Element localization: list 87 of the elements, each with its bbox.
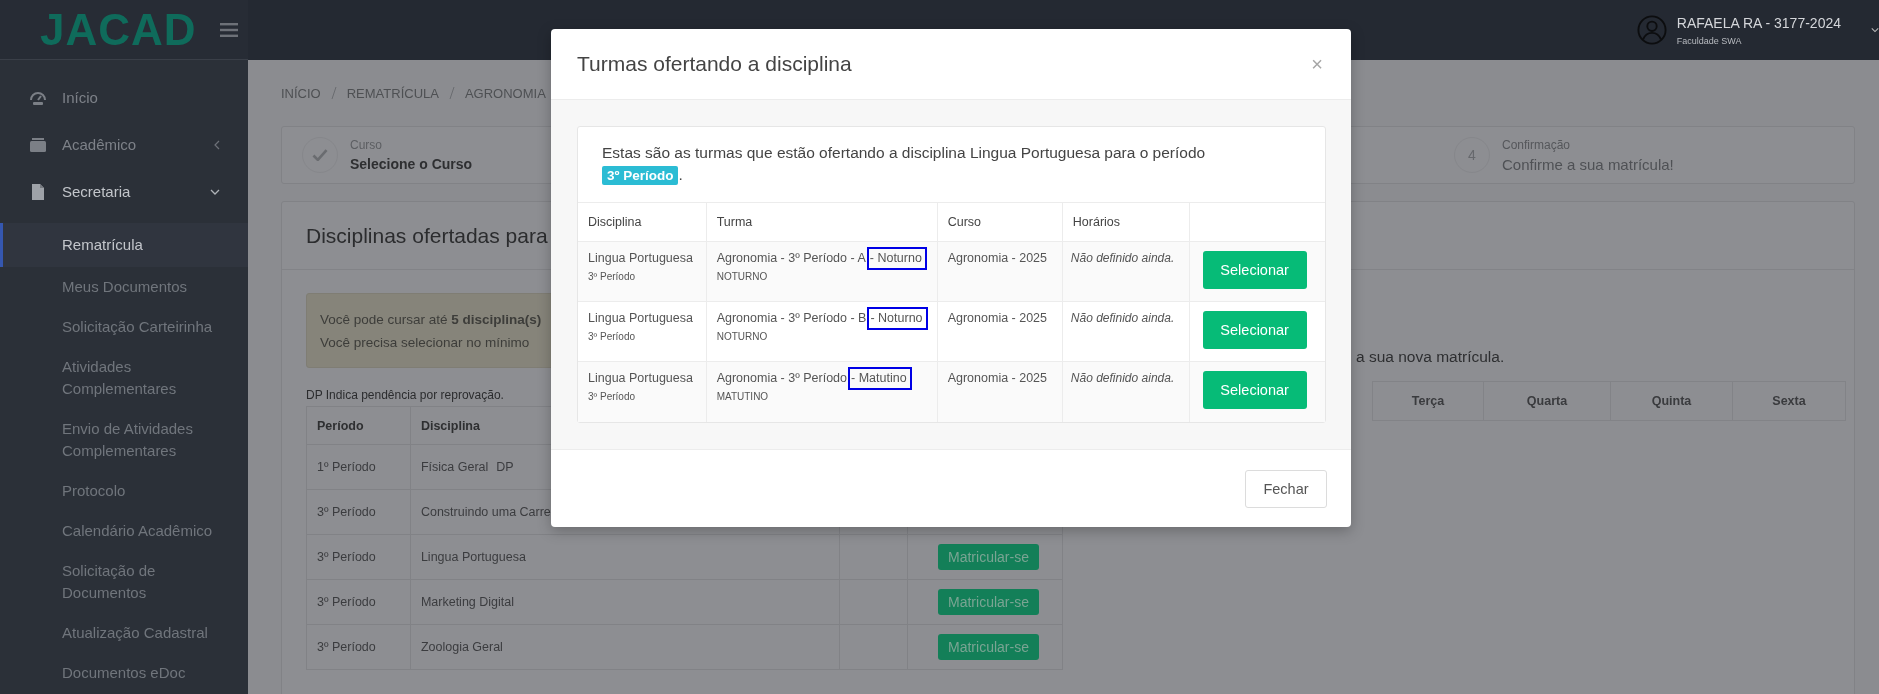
menu-label: Acadêmico — [62, 136, 138, 153]
period-badge: 3º Período — [602, 165, 679, 185]
class-name: Agronomia - 3º Período - A — [716, 251, 866, 265]
enroll-button[interactable]: Matricular-se — [938, 589, 1039, 615]
subject-name: Marketing Digital — [420, 595, 514, 609]
chevron-down-icon — [1871, 27, 1879, 33]
highlight-box: - Noturno — [866, 247, 927, 270]
subject-name: Lingua Portuguesa — [588, 251, 694, 265]
subject-period: 3º Período — [588, 391, 637, 402]
table-cell: Agronomia - 2025 — [937, 361, 1063, 422]
alert-text: Você pode cursar até 5 disciplina(s) — [320, 311, 542, 329]
submenu-item[interactable]: Rematrícula — [0, 223, 248, 267]
table-cell: 3º Período — [306, 579, 411, 625]
weekday-header: Terça — [1372, 381, 1484, 421]
intro-text: Estas são as turmas que estão ofertando a disciplina Lingua Portuguesa para o período — [601, 143, 1207, 163]
subject-period: 3º Período — [588, 271, 637, 282]
menu-label: Início — [62, 89, 99, 106]
submenu-item[interactable]: Solicitação Carteirinha — [0, 307, 248, 347]
submenu-item[interactable]: Envio de Atividades Complementares — [0, 409, 248, 471]
submenu-item[interactable]: Meus Documentos — [0, 267, 248, 307]
close-button[interactable]: Fechar — [1245, 469, 1327, 508]
table-cell: Agronomia - 2025 — [937, 241, 1063, 302]
menu-icon[interactable] — [220, 22, 238, 37]
slash-icon — [448, 86, 455, 100]
submenu-item[interactable]: Atividades Complementares — [0, 347, 248, 409]
enroll-button[interactable]: Matricular-se — [938, 634, 1039, 660]
select-button[interactable]: Selecionar — [1202, 311, 1307, 349]
subject-period: 3º Período — [588, 331, 637, 342]
schedule-hint: a sua nova matrícula. — [1356, 348, 1506, 366]
enroll-button[interactable]: Matricular-se — [938, 544, 1039, 570]
user-name[interactable]: RAFAELA RA - 3177-2024 — [1676, 14, 1841, 31]
breadcrumb-item[interactable]: REMATRÍCULA — [346, 85, 439, 101]
submenu-item[interactable]: Solicitação de Documentos — [0, 551, 248, 613]
subject-name: Zoologia Geral — [420, 640, 503, 654]
subject-name: Física Geral — [420, 460, 489, 474]
column-header: Disciplina — [578, 202, 707, 242]
table-cell: 3º Período — [306, 489, 411, 535]
weekday-header: Sexta — [1733, 381, 1846, 421]
highlight-box: - Matutino — [848, 367, 912, 390]
table-cell: 3º Período — [306, 624, 411, 670]
document-icon — [29, 182, 47, 201]
subject-name: Construindo uma Carre — [420, 505, 551, 519]
menu-label: Secretaria — [62, 183, 132, 200]
schedule-text: Não definido ainda. — [1062, 361, 1190, 422]
intro-text: . — [678, 166, 683, 184]
weekday-header: Quinta — [1611, 381, 1733, 421]
subject-name: Lingua Portuguesa — [420, 550, 526, 564]
column-header: Horários — [1062, 202, 1190, 242]
column-header: Curso — [937, 202, 1063, 242]
step-caption: Confirmação — [1502, 137, 1572, 152]
alert-text: Você precisa selecionar no mínimo — [320, 334, 530, 352]
breadcrumb-item[interactable]: INÍCIO — [281, 85, 321, 101]
briefcase-icon — [29, 135, 47, 154]
schedule-text: Não definido ainda. — [1062, 241, 1190, 302]
table-cell: 1º Período — [306, 444, 411, 490]
breadcrumb-item[interactable]: AGRONOMIA — [464, 85, 546, 101]
app-logo: JACAD — [40, 7, 197, 52]
institution-name: Faculdade SWA — [1676, 35, 1743, 46]
step-title: Selecione o Curso — [350, 156, 473, 172]
submenu-item[interactable]: Documentos eDoc — [0, 653, 248, 693]
submenu-item[interactable]: Calendário Acadêmico — [0, 511, 248, 551]
table-cell: 3º Período — [306, 534, 411, 580]
table-cell: Agronomia - 2025 — [937, 301, 1063, 362]
select-button[interactable]: Selecionar — [1202, 251, 1307, 289]
column-header: Turma — [706, 202, 938, 242]
weekday-header: Quarta — [1484, 381, 1611, 421]
subject-name: Lingua Portuguesa — [588, 311, 694, 325]
class-name: Agronomia - 3º Período - B — [716, 311, 867, 325]
subject-name: Lingua Portuguesa — [588, 371, 694, 385]
pending-tag: DP — [496, 460, 514, 474]
column-header: Período — [306, 406, 411, 445]
class-name: Agronomia - 3º Período — [716, 371, 847, 385]
slash-icon — [330, 86, 337, 100]
panel-title: Disciplinas ofertadas para — [306, 223, 548, 248]
shift-label: MATUTINO — [716, 391, 770, 402]
close-button[interactable]: × — [1309, 52, 1325, 76]
select-button[interactable]: Selecionar — [1202, 371, 1307, 409]
highlight-box: - Noturno — [867, 307, 928, 330]
shift-label: NOTURNO — [716, 271, 769, 282]
check-icon — [312, 149, 328, 161]
step-title: Confirme a sua matrícula! — [1502, 155, 1674, 173]
schedule-text: Não definido ainda. — [1062, 301, 1190, 362]
modal-title: Turmas ofertando a disciplina — [577, 52, 853, 76]
shift-label: NOTURNO — [716, 331, 769, 342]
legend-note: DP Indica pendência por reprovação. — [306, 388, 504, 402]
submenu-item[interactable]: Protocolo — [0, 471, 248, 511]
submenu-item[interactable]: Atualização Cadastral — [0, 613, 248, 653]
